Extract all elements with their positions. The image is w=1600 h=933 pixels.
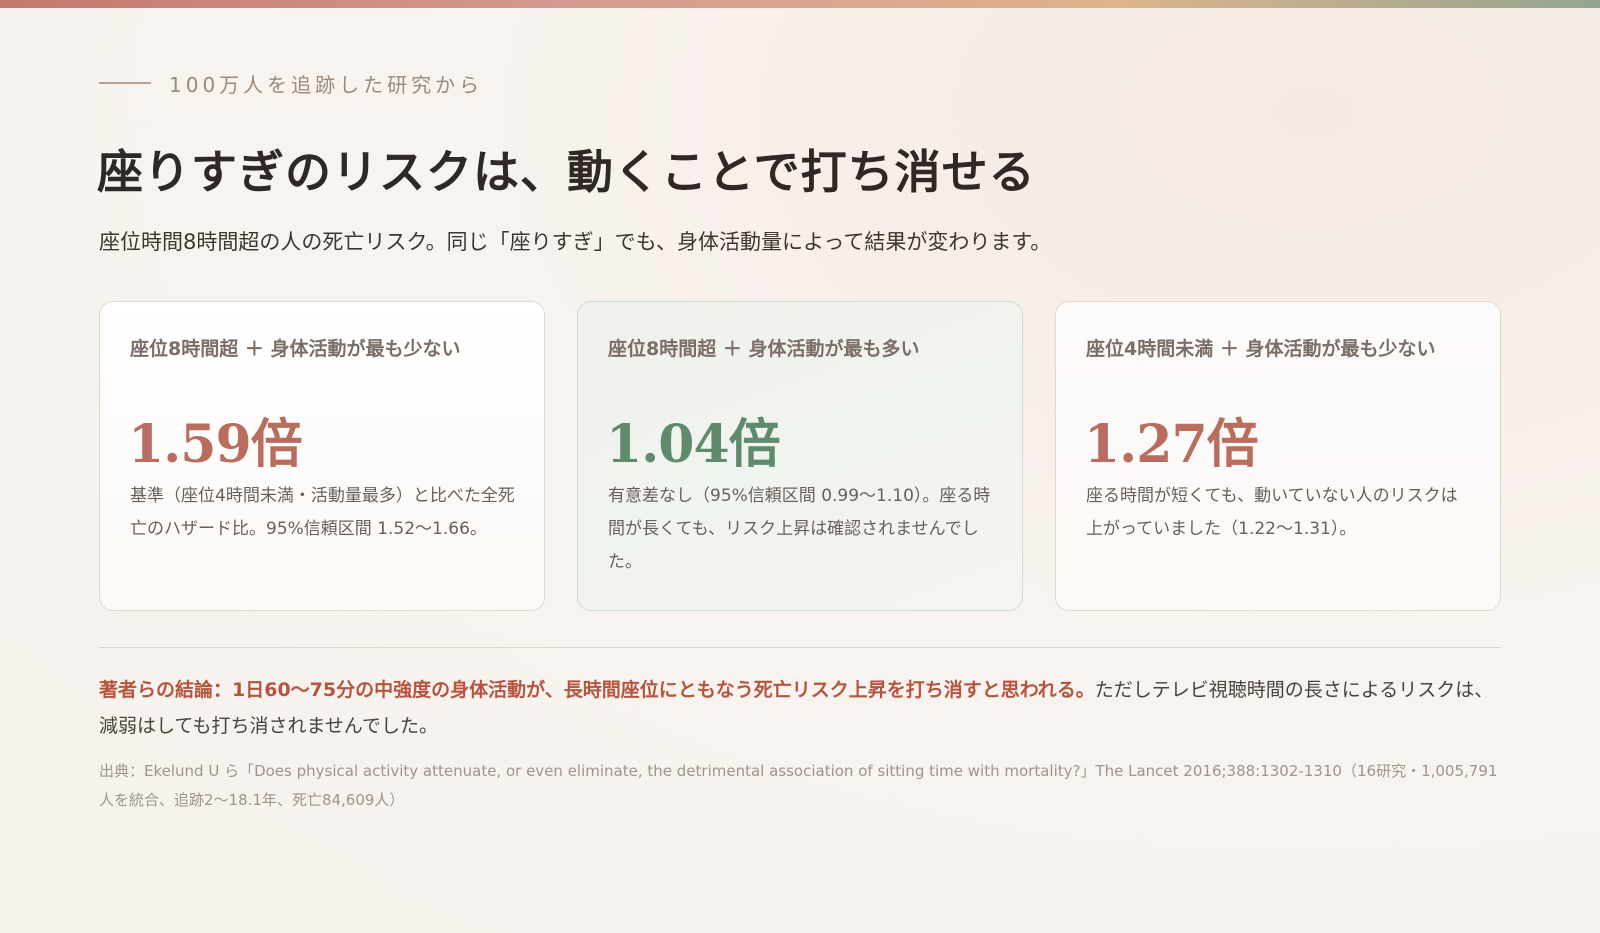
page-subtitle: 座位時間8時間超の人の死亡リスク。同じ「座りすぎ」でも、身体活動量によって結果が…: [99, 230, 1052, 254]
card-hazard-ratio: 1.27倍: [1084, 414, 1259, 475]
eyebrow-rule: [99, 82, 151, 84]
eyebrow-text: 100万人を追跡した研究から: [169, 72, 484, 97]
card-hazard-ratio: 1.04倍: [606, 414, 781, 475]
source-citation: 出典：Ekelund U ら「Does physical activity at…: [99, 762, 1498, 809]
conclusion-highlight: 著者らの結論：1日60〜75分の中強度の身体活動が、長時間座位にともなう死亡リス…: [99, 679, 1095, 701]
eyebrow: 100万人を追跡した研究から: [99, 68, 483, 98]
risk-card-short-sitting-low-activity: 座位4時間未満 ＋ 身体活動が最も少ない 1.27倍 座る時間が短くても、動いて…: [1055, 301, 1501, 611]
card-label: 座位4時間未満 ＋ 身体活動が最も少ない: [1086, 338, 1436, 360]
card-label: 座位8時間超 ＋ 身体活動が最も多い: [608, 338, 920, 360]
page-title: 座りすぎのリスクは、動くことで打ち消せる: [97, 145, 1036, 199]
card-hazard-ratio: 1.59倍: [128, 414, 303, 475]
conclusion: 著者らの結論：1日60〜75分の中強度の身体活動が、長時間座位にともなう死亡リス…: [99, 672, 1509, 744]
top-accent-bar: [0, 0, 1600, 8]
section-divider: [99, 647, 1501, 648]
risk-card-long-sitting-high-activity: 座位8時間超 ＋ 身体活動が最も多い 1.04倍 有意差なし（95%信頼区間 0…: [577, 301, 1023, 611]
card-label: 座位8時間超 ＋ 身体活動が最も少ない: [130, 338, 461, 360]
card-description: 有意差なし（95%信頼区間 0.99〜1.10）。座る時間が長くても、リスク上昇…: [608, 486, 991, 572]
card-description: 基準（座位4時間未満・活動量最多）と比べた全死亡のハザード比。95%信頼区間 1…: [130, 486, 515, 539]
card-description: 座る時間が短くても、動いていない人のリスクは上がっていました（1.22〜1.31…: [1086, 486, 1458, 539]
risk-card-long-sitting-low-activity: 座位8時間超 ＋ 身体活動が最も少ない 1.59倍 基準（座位4時間未満・活動量…: [99, 301, 545, 611]
risk-cards: 座位8時間超 ＋ 身体活動が最も少ない 1.59倍 基準（座位4時間未満・活動量…: [99, 301, 1501, 613]
